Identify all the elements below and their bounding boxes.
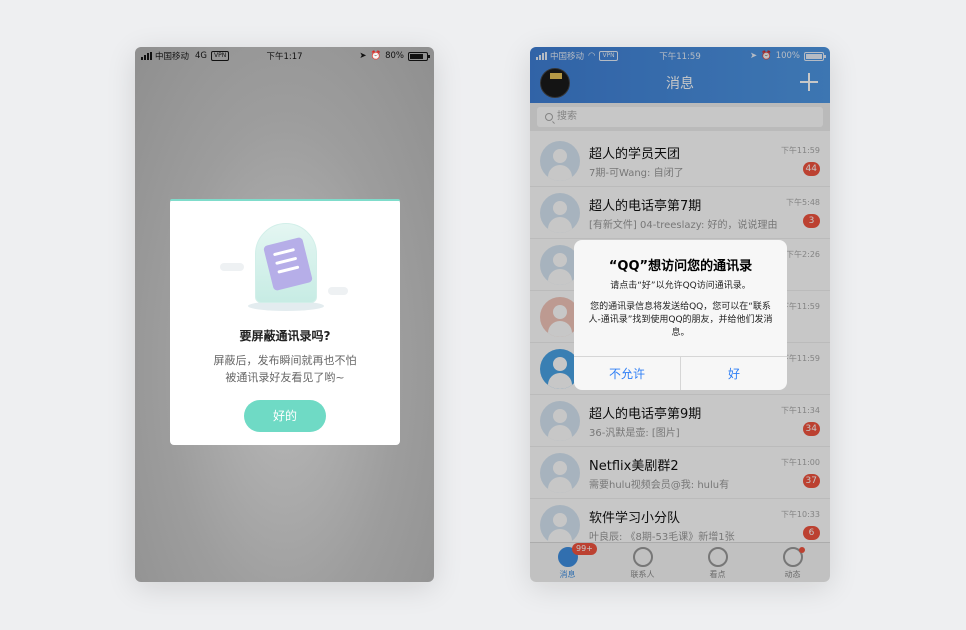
block-contacts-dialog: 要屏蔽通讯录吗? 屏蔽后，发布瞬间就再也不怕 被通讯录好友看见了哟~ 好的 (170, 199, 400, 445)
contacts-permission-alert: “QQ”想访问您的通讯录 请点击“好”以允许QQ访问通讯录。 您的通讯录信息将发… (574, 240, 787, 390)
allow-button[interactable]: 好 (681, 357, 787, 390)
deny-button[interactable]: 不允许 (574, 357, 681, 390)
cloud-decoration (328, 287, 348, 295)
description-line: 屏蔽后，发布瞬间就再也不怕 (213, 354, 357, 367)
status-time: 下午1:17 (266, 52, 303, 62)
alert-body: 您的通讯录信息将发送给QQ，您可以在“联系人-通讯录”找到使用QQ的朋友，并给他… (588, 302, 773, 338)
description-line: 被通讯录好友看见了哟~ (225, 371, 345, 384)
right-phone-screen: 中国移动 ◠ VPN 下午11:59 ➤ ⏰ 100% 消息 搜索 超人的学员天… (530, 47, 830, 582)
status-bar: 中国移动 4G VPN 下午1:17 ➤ ⏰ 80% (135, 47, 434, 65)
dialog-accent-line (170, 199, 400, 201)
alert-title: “QQ”想访问您的通讯录 (608, 259, 753, 274)
dialog-description: 屏蔽后，发布瞬间就再也不怕 被通讯录好友看见了哟~ (170, 352, 400, 386)
ok-button[interactable]: 好的 (244, 400, 326, 432)
dialog-title: 要屏蔽通讯录吗? (239, 329, 331, 343)
alert-subtitle: 请点击“好”以允许QQ访问通讯录。 (610, 281, 751, 291)
battery-icon (408, 51, 430, 61)
alert-button-row: 不允许 好 (574, 356, 787, 390)
left-phone-screen: 中国移动 4G VPN 下午1:17 ➤ ⏰ 80% 要屏蔽通讯录吗? 屏蔽后，… (135, 47, 434, 582)
glass-dome-illustration (210, 211, 360, 321)
cloud-decoration (220, 263, 244, 271)
